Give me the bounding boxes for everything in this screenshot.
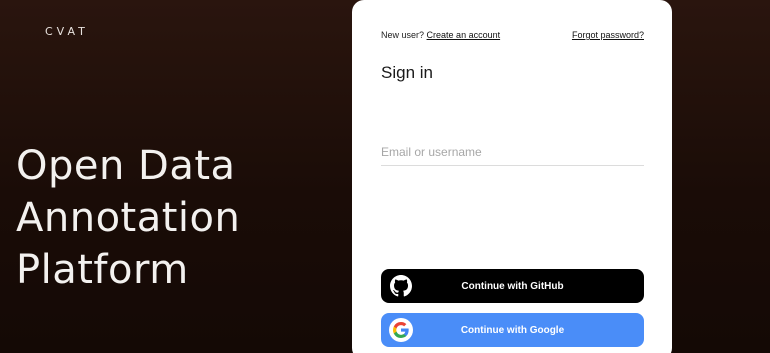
hero-heading: Open Data Annotation Platform — [16, 140, 240, 296]
forgot-password-link[interactable]: Forgot password? — [572, 30, 644, 40]
hero-line-3: Platform — [16, 247, 189, 293]
hero-line-1: Open Data — [16, 143, 236, 189]
new-user-text: New user? — [381, 30, 425, 40]
signin-topline: New user? Create an account Forgot passw… — [381, 30, 644, 40]
google-icon — [389, 318, 413, 342]
hero-line-2: Annotation — [16, 195, 241, 241]
signin-card: New user? Create an account Forgot passw… — [352, 0, 672, 353]
cvat-logo: CVAT — [45, 25, 89, 38]
new-user-prompt: New user? Create an account — [381, 30, 500, 40]
github-button-label: Continue with GitHub — [461, 280, 564, 292]
create-account-link[interactable]: Create an account — [427, 30, 501, 40]
signin-title: Sign in — [381, 63, 433, 82]
google-button-label: Continue with Google — [460, 324, 565, 336]
github-signin-button[interactable]: Continue with GitHub — [381, 269, 644, 303]
google-signin-button[interactable]: Continue with Google — [381, 313, 644, 347]
email-username-input[interactable] — [381, 138, 644, 166]
github-icon — [389, 274, 413, 298]
